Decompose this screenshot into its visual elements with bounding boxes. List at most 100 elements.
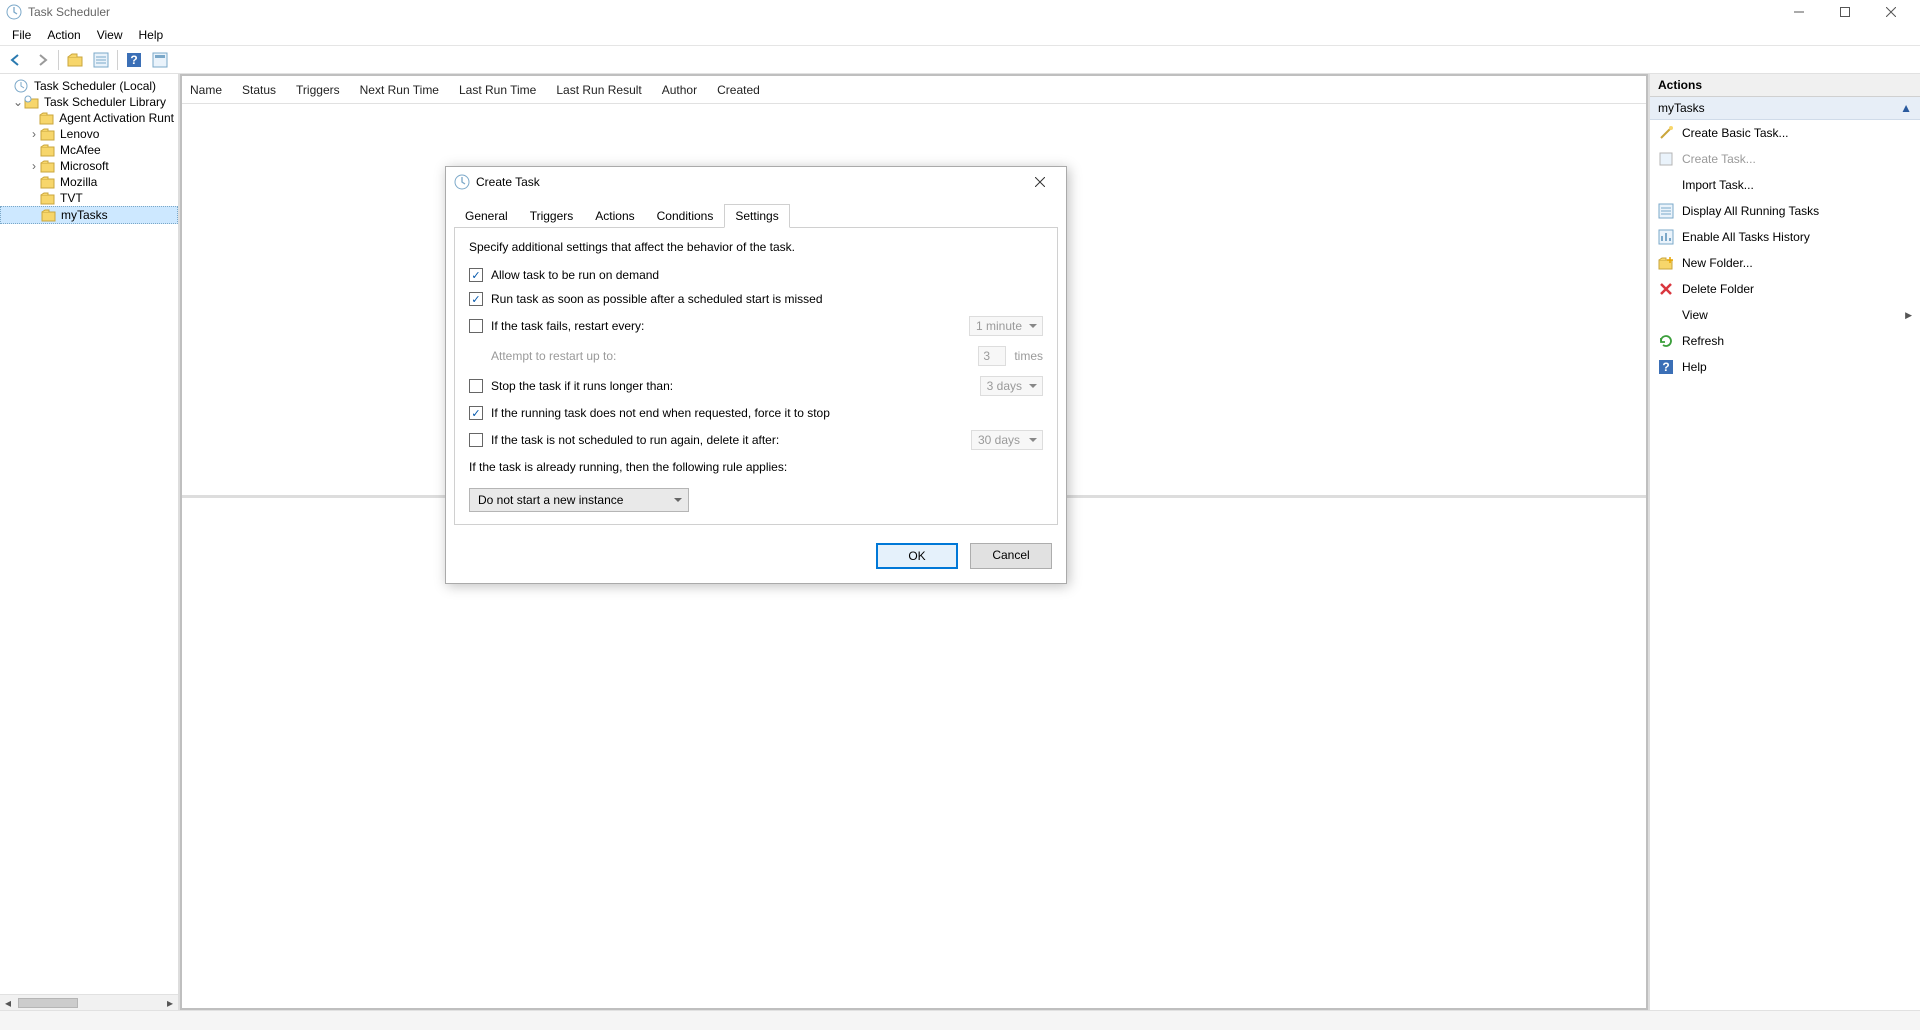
tree-node-tvt[interactable]: TVT	[0, 190, 178, 206]
extra-button[interactable]	[148, 48, 172, 72]
action-enable-all-tasks-history[interactable]: Enable All Tasks History	[1650, 224, 1920, 250]
checkbox-run-asap[interactable]	[469, 292, 483, 306]
column-last-run-result[interactable]: Last Run Result	[556, 83, 641, 97]
select-restart-interval[interactable]: 1 minute	[969, 316, 1043, 336]
folder-icon	[40, 143, 56, 157]
tree-node-mozilla[interactable]: Mozilla	[0, 174, 178, 190]
newfolder-icon	[1658, 255, 1674, 271]
action-label: Enable All Tasks History	[1682, 230, 1810, 244]
back-button[interactable]	[4, 48, 28, 72]
collapse-icon[interactable]: ▲	[1900, 101, 1912, 115]
properties-button[interactable]	[89, 48, 113, 72]
menu-action[interactable]: Action	[39, 26, 88, 44]
tree-node-label: Mozilla	[60, 175, 97, 189]
actions-list: Create Basic Task... Create Task... Import…	[1650, 120, 1920, 380]
checkbox-force-stop[interactable]	[469, 406, 483, 420]
action-display-all-running-tasks[interactable]: Display All Running Tasks	[1650, 198, 1920, 224]
maximize-button[interactable]	[1822, 0, 1868, 24]
action-view[interactable]: View	[1650, 302, 1920, 328]
tree-node-mytasks[interactable]: myTasks	[0, 206, 178, 224]
menu-view[interactable]: View	[89, 26, 131, 44]
clock-icon	[14, 79, 30, 93]
window-titlebar: Task Scheduler	[0, 0, 1920, 24]
tree-root[interactable]: Task Scheduler (Local)	[0, 78, 178, 94]
minimize-button[interactable]	[1776, 0, 1822, 24]
tab-conditions[interactable]: Conditions	[646, 204, 725, 228]
ok-button[interactable]: OK	[876, 543, 958, 569]
select-running-rule[interactable]: Do not start a new instance	[469, 488, 689, 512]
select-stop-duration[interactable]: 3 days	[980, 376, 1043, 396]
column-triggers[interactable]: Triggers	[296, 83, 340, 97]
column-last-run-time[interactable]: Last Run Time	[459, 83, 536, 97]
column-created[interactable]: Created	[717, 83, 760, 97]
folder-icon	[41, 208, 57, 222]
tree-node-mcafee[interactable]: McAfee	[0, 142, 178, 158]
tree-node-agent-activation-runt[interactable]: Agent Activation Runt	[0, 110, 178, 126]
dialog-close-button[interactable]	[1022, 170, 1058, 194]
column-author[interactable]: Author	[662, 83, 697, 97]
tree-library-label: Task Scheduler Library	[44, 95, 166, 109]
tree-node-lenovo[interactable]: ›Lenovo	[0, 126, 178, 142]
dialog-tabs: GeneralTriggersActionsConditionsSettings	[446, 203, 1066, 227]
setting-delete-after: If the task is not scheduled to run agai…	[469, 430, 1043, 450]
tree-scrollbar[interactable]: ◂ ▸	[0, 994, 178, 1010]
action-create-task[interactable]: Create Task...	[1650, 146, 1920, 172]
library-icon	[24, 95, 40, 109]
chevron-down-icon[interactable]: ⌄	[12, 95, 24, 109]
setting-run-asap: Run task as soon as possible after a sch…	[469, 292, 1043, 306]
action-help[interactable]: ?Help	[1650, 354, 1920, 380]
column-name[interactable]: Name	[190, 83, 222, 97]
label-allow-on-demand: Allow task to be run on demand	[491, 268, 659, 282]
forward-button[interactable]	[30, 48, 54, 72]
help-button[interactable]: ?	[122, 48, 146, 72]
tree-library[interactable]: ⌄ Task Scheduler Library	[0, 94, 178, 110]
blank-icon	[1658, 177, 1674, 193]
chevron-icon[interactable]: ›	[28, 159, 40, 173]
scroll-left-icon[interactable]: ◂	[0, 996, 16, 1010]
menu-file[interactable]: File	[4, 26, 39, 44]
scroll-right-icon[interactable]: ▸	[162, 996, 178, 1010]
select-delete-after[interactable]: 30 days	[971, 430, 1043, 450]
tab-general[interactable]: General	[454, 204, 519, 228]
close-button[interactable]	[1868, 0, 1914, 24]
up-button[interactable]	[63, 48, 87, 72]
chevron-icon[interactable]: ›	[28, 127, 40, 141]
cancel-button[interactable]: Cancel	[970, 543, 1052, 569]
menu-help[interactable]: Help	[131, 26, 172, 44]
refresh-icon	[1658, 333, 1674, 349]
checkbox-delete-after[interactable]	[469, 433, 483, 447]
input-restart-attempts[interactable]: 3	[978, 346, 1006, 366]
actions-pane: Actions myTasks ▲ Create Basic Task...Cr…	[1650, 74, 1920, 1010]
action-new-folder[interactable]: New Folder...	[1650, 250, 1920, 276]
setting-restart-attempts: Attempt to restart up to: 3 times	[469, 346, 1043, 366]
label-times: times	[1014, 349, 1043, 363]
action-refresh[interactable]: Refresh	[1650, 328, 1920, 354]
label-restart-on-fail: If the task fails, restart every:	[491, 319, 644, 333]
checkbox-allow-on-demand[interactable]	[469, 268, 483, 282]
setting-restart-on-fail: If the task fails, restart every: 1 minu…	[469, 316, 1043, 336]
action-delete-folder[interactable]: Delete Folder	[1650, 276, 1920, 302]
navigation-tree[interactable]: Task Scheduler (Local) ⌄ Task Scheduler …	[0, 74, 178, 994]
toolbar-sep-2	[117, 50, 118, 70]
column-next-run-time[interactable]: Next Run Time	[360, 83, 439, 97]
action-create-basic-task[interactable]: Create Basic Task...	[1650, 120, 1920, 146]
tree-node-microsoft[interactable]: ›Microsoft	[0, 158, 178, 174]
list-header: Name Status Triggers Next Run Time Last Run …	[182, 76, 1646, 104]
tree-root-label: Task Scheduler (Local)	[34, 79, 156, 93]
tab-triggers[interactable]: Triggers	[519, 204, 585, 228]
checkbox-stop-if-longer[interactable]	[469, 379, 483, 393]
settings-description: Specify additional settings that affect …	[469, 240, 1043, 254]
tab-settings[interactable]: Settings	[724, 204, 789, 228]
action-label: New Folder...	[1682, 256, 1753, 270]
svg-text:?: ?	[130, 53, 137, 67]
toolbar-sep	[58, 50, 59, 70]
column-status[interactable]: Status	[242, 83, 276, 97]
checkbox-restart-on-fail[interactable]	[469, 319, 483, 333]
label-run-asap: Run task as soon as possible after a sch…	[491, 292, 823, 306]
tab-actions[interactable]: Actions	[584, 204, 645, 228]
actions-group-header[interactable]: myTasks ▲	[1650, 97, 1920, 120]
action-label: Create Task...	[1682, 152, 1756, 166]
app-icon	[6, 4, 22, 20]
action-import-task[interactable]: Import Task...	[1650, 172, 1920, 198]
scroll-thumb[interactable]	[18, 998, 78, 1008]
